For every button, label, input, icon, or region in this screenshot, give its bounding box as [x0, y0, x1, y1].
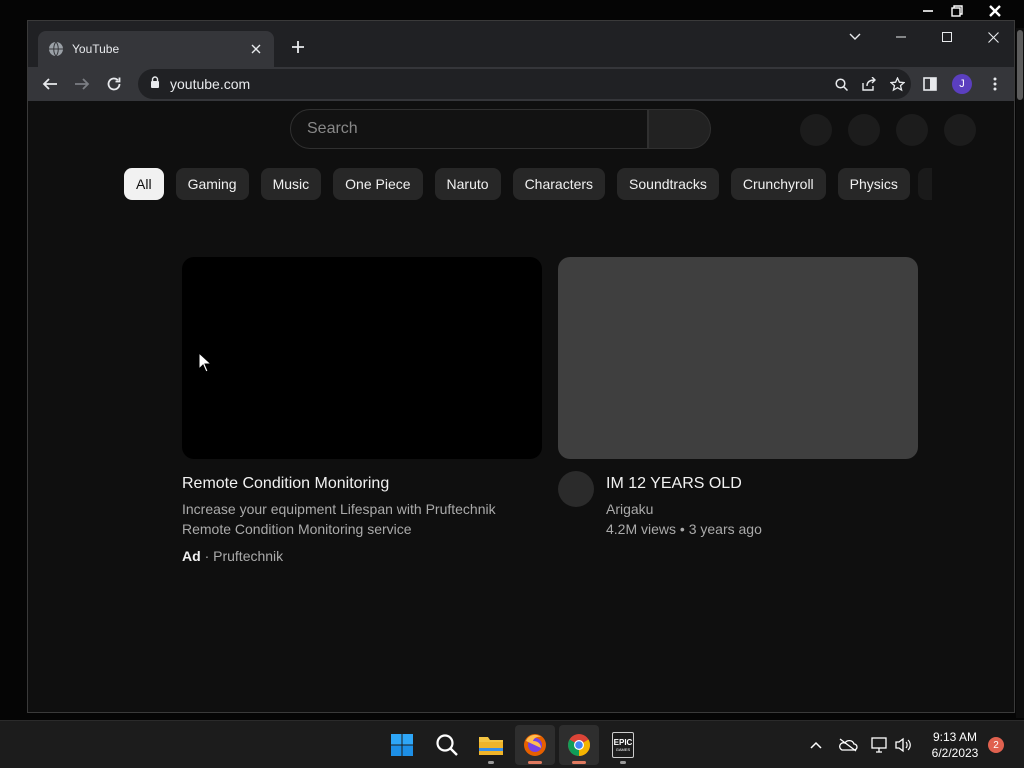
channel-avatar[interactable] — [558, 471, 594, 507]
epic-games-icon[interactable]: EPIC GAMES — [603, 725, 643, 765]
video-meta: 4.2M views • 3 years ago — [606, 521, 762, 537]
forward-arrow-icon[interactable] — [68, 70, 96, 98]
clock-date: 6/2/2023 — [931, 746, 979, 760]
youtube-page: Search All Gaming Music One Piece Naruto… — [28, 101, 1014, 712]
notification-badge[interactable]: 2 — [988, 737, 1004, 753]
tab-title: YouTube — [72, 42, 120, 56]
chip-physics[interactable]: Physics — [837, 168, 910, 200]
tab-bar: YouTube — [28, 21, 1014, 67]
epic-label: EPIC — [613, 738, 633, 747]
desktop-close-icon[interactable] — [978, 0, 1012, 22]
lock-icon[interactable] — [150, 75, 160, 93]
back-arrow-icon[interactable] — [36, 70, 64, 98]
chip-soundtracks[interactable]: Soundtracks — [617, 168, 719, 200]
onedrive-offline-icon[interactable] — [836, 733, 860, 757]
video-thumbnail[interactable] — [558, 257, 918, 459]
running-indicator — [528, 761, 542, 764]
chip-one-piece[interactable]: One Piece — [333, 168, 423, 200]
filter-chip-bar: All Gaming Music One Piece Naruto Charac… — [124, 168, 910, 200]
ad-title[interactable]: Remote Condition Monitoring — [182, 473, 542, 495]
taskbar-clock[interactable]: 9:13 AM 6/2/2023 — [920, 729, 990, 761]
network-icon[interactable] — [868, 733, 892, 757]
url-text[interactable]: youtube.com — [170, 76, 827, 92]
volume-icon[interactable] — [891, 733, 915, 757]
header-button-placeholder[interactable] — [848, 114, 880, 146]
ad-advertiser[interactable]: Pruftechnik — [213, 548, 283, 564]
search-button[interactable] — [648, 109, 711, 149]
header-button-placeholder[interactable] — [800, 114, 832, 146]
taskbar-search-icon[interactable] — [427, 725, 467, 765]
browser-toolbar: youtube.com J — [28, 67, 1014, 101]
tab-youtube[interactable]: YouTube — [38, 31, 274, 67]
window-scrollbar-thumb[interactable] — [1017, 30, 1023, 100]
ad-separator: · — [204, 548, 214, 564]
search-input[interactable]: Search — [290, 109, 648, 149]
ad-description-line1: Increase your equipment Lifespan with Pr… — [182, 501, 496, 517]
ad-label: Ad — [182, 548, 201, 564]
video-details: IM 12 YEARS OLD Arigaku 4.2M views • 3 y… — [558, 473, 918, 539]
ad-thumbnail[interactable] — [182, 257, 542, 459]
search-placeholder: Search — [307, 120, 358, 137]
file-explorer-icon[interactable] — [471, 725, 511, 765]
chip-naruto[interactable]: Naruto — [434, 168, 501, 200]
address-bar[interactable]: youtube.com — [138, 69, 911, 99]
ad-description-line2: Remote Condition Monitoring service — [182, 521, 412, 537]
clock-time: 9:13 AM — [932, 730, 978, 744]
chip-music[interactable]: Music — [260, 168, 322, 200]
windows-start-icon[interactable] — [382, 725, 422, 765]
reload-icon[interactable] — [100, 70, 128, 98]
tab-search-chevron-icon[interactable] — [833, 25, 877, 49]
ad-video-card[interactable]: Remote Condition Monitoring Increase you… — [182, 257, 542, 566]
zoom-search-icon[interactable] — [827, 70, 855, 98]
video-title[interactable]: IM 12 YEARS OLD — [606, 473, 918, 495]
ad-meta: Ad · Pruftechnik — [182, 546, 542, 566]
profile-avatar[interactable]: J — [952, 74, 972, 94]
chrome-icon[interactable] — [559, 725, 599, 765]
chip-all[interactable]: All — [124, 168, 164, 200]
chip-crunchyroll[interactable]: Crunchyroll — [730, 168, 826, 200]
browser-window: YouTube youtube.com J Search All Gaming … — [27, 20, 1015, 713]
firefox-icon[interactable] — [515, 725, 555, 765]
header-button-placeholder[interactable] — [944, 114, 976, 146]
chip-gaming[interactable]: Gaming — [175, 168, 249, 200]
taskbar: EPIC GAMES 9:13 AM 6/2/2023 2 — [0, 720, 1024, 768]
running-indicator — [488, 761, 494, 764]
video-card[interactable]: IM 12 YEARS OLD Arigaku 4.2M views • 3 y… — [558, 257, 918, 539]
chip-characters[interactable]: Characters — [512, 168, 606, 200]
globe-icon — [48, 41, 64, 57]
new-tab-icon[interactable] — [286, 35, 310, 59]
window-scrollbar-track — [1016, 28, 1024, 718]
bookmark-star-icon[interactable] — [883, 70, 911, 98]
chip-overflow-edge — [918, 168, 932, 200]
games-label: GAMES — [615, 747, 631, 752]
tab-close-icon[interactable] — [248, 41, 264, 57]
desktop-restore-icon[interactable] — [940, 0, 974, 22]
maximize-icon[interactable] — [925, 25, 969, 49]
menu-kebab-icon[interactable] — [981, 70, 1009, 98]
minimize-icon[interactable] — [879, 25, 923, 49]
mouse-cursor-icon — [198, 352, 212, 373]
channel-name[interactable]: Arigaku — [606, 499, 918, 519]
epic-games-logo: EPIC GAMES — [612, 732, 634, 758]
tray-chevron-up-icon[interactable] — [804, 733, 828, 757]
header-button-placeholder[interactable] — [896, 114, 928, 146]
side-panel-icon[interactable] — [916, 70, 944, 98]
running-indicator — [572, 761, 586, 764]
running-indicator — [620, 761, 626, 764]
close-window-icon[interactable] — [971, 25, 1014, 49]
share-icon[interactable] — [855, 70, 883, 98]
